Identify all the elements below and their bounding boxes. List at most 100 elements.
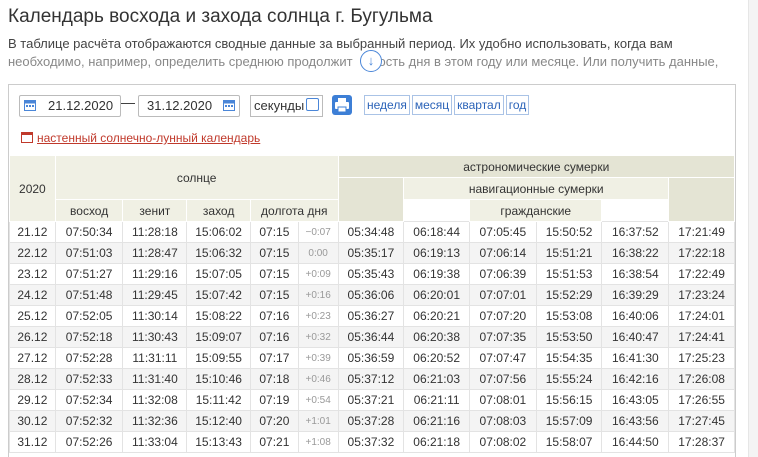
nautical-end-cell: 16:43:05 [601, 389, 670, 411]
date-to-field[interactable]: 31.12.2020 [138, 95, 240, 117]
daylength-cell: 07:15 [250, 263, 299, 285]
daylength-delta-cell: 0:00 [297, 242, 339, 264]
sunrise-cell: 07:52:18 [54, 326, 124, 348]
sunset-cell: 15:12:40 [186, 410, 251, 432]
table-row: 31.12 07:52:26 11:33:04 15:13:43 07:21 +1:08 0… [9, 431, 735, 453]
civil-start-cell: 07:06:14 [469, 242, 537, 264]
moon-calendar-link[interactable]: настенный солнечно-лунный календарь [21, 131, 260, 145]
astro-start-cell: 05:36:27 [337, 305, 405, 327]
date-cell: 31.12 [9, 431, 56, 453]
daylength-delta-cell: +0:09 [297, 263, 339, 285]
nautical-start-cell: 06:19:13 [403, 242, 471, 264]
civil-start-cell: 07:07:20 [469, 305, 537, 327]
nautical-start-cell: 06:20:21 [403, 305, 471, 327]
zenith-cell: 11:28:18 [122, 221, 188, 243]
date-cell: 23.12 [9, 263, 56, 285]
sunrise-cell: 07:52:26 [54, 431, 124, 453]
zenith-cell: 11:32:36 [122, 410, 188, 432]
date-cell: 25.12 [9, 305, 56, 327]
period-week-button[interactable]: неделя [364, 95, 410, 115]
daylength-cell: 07:16 [250, 305, 299, 327]
daylength-cell: 07:17 [250, 347, 299, 369]
moon-calendar-link-label: настенный солнечно-лунный календарь [37, 131, 261, 145]
sun-table: 2020 солнце астрономические сумерки нави… [9, 155, 735, 453]
civil-end-cell: 15:50:52 [535, 221, 603, 243]
seconds-label: секунды [254, 98, 305, 113]
calendar-icon [223, 100, 235, 111]
astro-end-cell: 17:26:08 [668, 368, 735, 390]
nautical-twilight-header: навигационные сумерки [403, 177, 670, 200]
calendar-icon [24, 100, 36, 111]
zenith-cell: 11:33:04 [122, 431, 188, 453]
nautical-end-cell: 16:44:50 [601, 431, 670, 453]
seconds-checkbox[interactable] [306, 98, 320, 111]
period-quarter-button[interactable]: квартал [454, 95, 504, 115]
nautical-end-cell: 16:43:56 [601, 410, 670, 432]
civil-start-cell: 07:08:01 [469, 389, 537, 411]
period-month-button[interactable]: месяц [411, 95, 453, 115]
astro-end-cell: 17:27:45 [668, 410, 735, 432]
daylength-delta-cell: +0:54 [297, 389, 339, 411]
civil-start-cell: 07:07:56 [469, 368, 537, 390]
date-cell: 27.12 [9, 347, 56, 369]
astro-end-cell: 17:22:49 [668, 263, 735, 285]
civil-start-cell: 07:08:03 [469, 410, 537, 432]
sunset-cell: 15:09:07 [186, 326, 251, 348]
astro-end-cell: 17:26:55 [668, 389, 735, 411]
daylength-cell: 07:15 [250, 284, 299, 306]
sunrise-cell: 07:51:03 [54, 242, 124, 264]
table-row: 24.12 07:51:48 11:29:45 15:07:42 07:15 +0:16 0… [9, 284, 735, 306]
sunset-cell: 15:06:02 [186, 221, 251, 243]
astro-start-cell: 05:36:59 [337, 347, 405, 369]
civil-end-cell: 15:55:24 [535, 368, 603, 390]
nautical-start-cell: 06:20:01 [403, 284, 471, 306]
arrow-down-circle-icon[interactable]: ↓ [360, 50, 382, 72]
sunset-cell: 15:07:42 [186, 284, 251, 306]
date-cell: 30.12 [9, 410, 56, 432]
sunset-header: заход [186, 199, 251, 222]
astro-end-cell: 17:21:49 [668, 221, 735, 243]
civil-start-cell: 07:07:47 [469, 347, 537, 369]
sunrise-cell: 07:51:27 [54, 263, 124, 285]
sunset-cell: 15:09:55 [186, 347, 251, 369]
daylength-delta-cell: +1:01 [297, 410, 339, 432]
date-cell: 28.12 [9, 368, 56, 390]
zenith-cell: 11:32:08 [122, 389, 188, 411]
zenith-cell: 11:28:47 [122, 242, 188, 264]
print-button[interactable] [332, 95, 352, 115]
date-cell: 21.12 [9, 221, 56, 243]
date-from-value: 21.12.2020 [48, 98, 114, 113]
year-header: 2020 [9, 155, 56, 222]
printer-icon [335, 98, 349, 113]
table-row: 28.12 07:52:33 11:31:40 15:10:46 07:18 +0:46 0… [9, 368, 735, 390]
period-year-button[interactable]: год [505, 95, 530, 115]
civil-end-cell: 15:57:09 [535, 410, 603, 432]
civil-end-cell: 15:53:08 [535, 305, 603, 327]
astro-end-cell: 17:22:18 [668, 242, 735, 264]
sun-header: солнце [54, 155, 339, 200]
date-cell: 29.12 [9, 389, 56, 411]
date-to-value: 31.12.2020 [147, 98, 213, 113]
daylength-delta-cell: −0:07 [297, 221, 339, 243]
civil-end-cell: 15:54:35 [535, 347, 603, 369]
civil-end-cell: 15:52:29 [535, 284, 603, 306]
daylength-delta-cell: +1:08 [297, 431, 339, 453]
nautical-end-cell: 16:41:30 [601, 347, 670, 369]
seconds-toggle[interactable]: секунды [250, 95, 324, 117]
civil-start-cell: 07:06:39 [469, 263, 537, 285]
calendar-icon [21, 132, 33, 143]
civil-start-cell: 07:08:02 [469, 431, 537, 453]
date-from-field[interactable]: 21.12.2020 [19, 95, 121, 117]
nautical-start-cell: 06:20:38 [403, 326, 471, 348]
daylength-cell: 07:16 [250, 326, 299, 348]
sunrise-cell: 07:51:48 [54, 284, 124, 306]
civil-start-cell: 07:07:35 [469, 326, 537, 348]
table-row: 29.12 07:52:34 11:32:08 15:11:42 07:19 +0:54 0… [9, 389, 735, 411]
zenith-cell: 11:31:11 [122, 347, 188, 369]
astro-end-cell: 17:24:01 [668, 305, 735, 327]
civil-twilight-header: гражданские [469, 199, 603, 222]
vertical-scrollbar[interactable] [748, 0, 758, 457]
nautical-end-cell: 16:40:06 [601, 305, 670, 327]
civil-end-cell: 15:56:15 [535, 389, 603, 411]
daylength-delta-cell: +0:23 [297, 305, 339, 327]
